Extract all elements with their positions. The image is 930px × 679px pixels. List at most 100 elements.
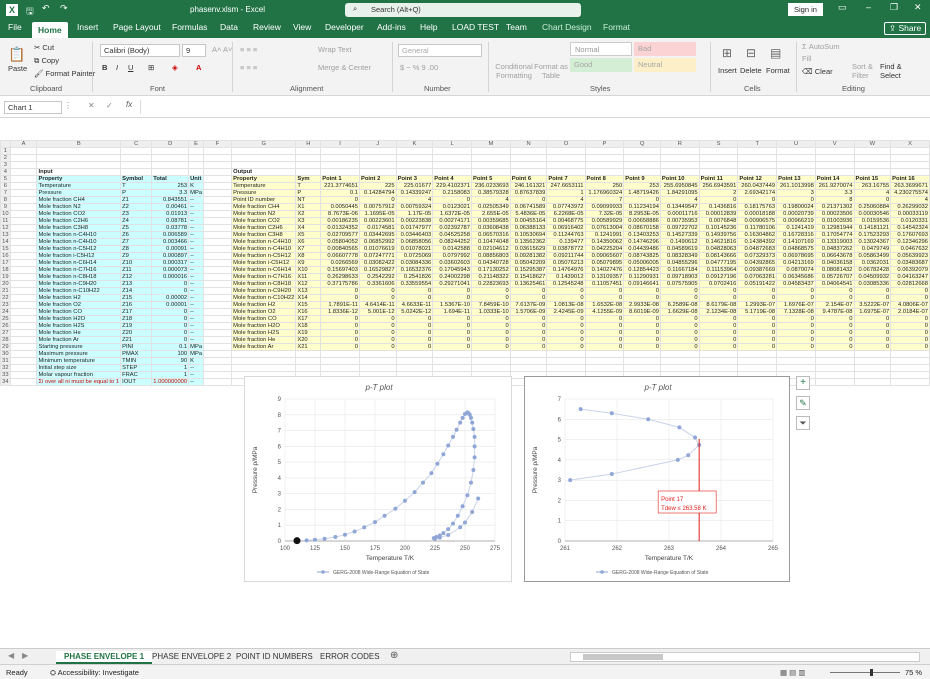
cell[interactable] <box>776 357 816 365</box>
cell[interactable]: 0 <box>509 315 548 323</box>
cell[interactable]: 0 <box>395 336 434 344</box>
cell[interactable] <box>9 322 38 330</box>
cell[interactable]: 0.38579328 <box>471 189 511 197</box>
font-size-select[interactable]: 9 <box>182 44 206 57</box>
tab-format[interactable]: Format <box>603 22 630 32</box>
cell[interactable]: 0.00840565 <box>320 245 360 253</box>
cell[interactable]: 0.06607778 <box>320 252 360 260</box>
cell[interactable] <box>9 266 38 274</box>
cell[interactable]: Point 14 <box>814 175 855 183</box>
cell[interactable]: 6.2268E-05 <box>546 210 586 218</box>
cell[interactable]: Mole fraction n-C4H10 <box>231 238 297 246</box>
cell[interactable] <box>776 350 816 358</box>
cell[interactable]: 0.0266569 <box>320 259 360 267</box>
cell[interactable]: 0.00906575 <box>737 217 778 225</box>
cell[interactable]: Mole fraction C2H6 <box>36 217 122 225</box>
cell[interactable]: 0 <box>737 343 778 351</box>
row-header[interactable]: 20 <box>0 280 11 288</box>
cell[interactable]: Symbol <box>120 175 153 183</box>
cell[interactable] <box>203 252 233 260</box>
cell[interactable]: 0.17045943 <box>432 266 472 274</box>
cell[interactable]: Z17 <box>120 308 153 316</box>
cell[interactable]: -- <box>188 315 205 323</box>
cell[interactable]: 0.11244763 <box>546 231 586 239</box>
cell[interactable]: 8.2953E-05 <box>623 210 661 218</box>
underline-button[interactable]: U <box>128 63 133 72</box>
cell[interactable]: 0 <box>546 336 586 344</box>
row-header[interactable]: 24 <box>0 308 11 316</box>
cell[interactable]: Point 6 <box>509 175 548 183</box>
cell[interactable]: 1.5367E-10 <box>432 301 472 309</box>
cell[interactable] <box>853 378 892 386</box>
cell[interactable]: 0.26299032 <box>890 203 930 211</box>
row-header[interactable]: 5 <box>0 175 11 183</box>
cell[interactable] <box>890 357 930 365</box>
cell[interactable]: 0.11153964 <box>698 266 739 274</box>
cell[interactable]: 0.14542324 <box>890 224 930 232</box>
cell[interactable]: 1.2993E-07 <box>737 301 778 309</box>
cell[interactable]: 260.0437449 <box>737 182 778 190</box>
cell[interactable] <box>432 350 472 358</box>
column-header[interactable]: C <box>120 140 153 148</box>
cell[interactable]: 0.06345686 <box>776 273 816 281</box>
column-header[interactable]: G <box>231 140 297 148</box>
tab-addins[interactable]: Add-ins <box>377 22 406 32</box>
cell[interactable] <box>358 350 397 358</box>
column-header[interactable]: R <box>659 140 700 148</box>
tab-view[interactable]: View <box>293 22 311 32</box>
cell[interactable]: 0.09146641 <box>623 280 661 288</box>
cell[interactable]: 0.24002298 <box>432 273 472 281</box>
cell[interactable]: 0 <box>471 329 511 337</box>
grow-font-icon[interactable]: A˄ A˅ <box>212 45 232 54</box>
cell[interactable]: Mole fraction Ar <box>231 343 297 351</box>
cell[interactable] <box>853 168 892 176</box>
cell[interactable]: 0.04340728 <box>471 259 511 267</box>
cell[interactable]: 0.09718903 <box>659 273 700 281</box>
cell[interactable]: 263.16755 <box>853 182 892 190</box>
cell[interactable]: 0 <box>358 287 397 295</box>
cell[interactable]: 0 <box>320 329 360 337</box>
tab-chart-design[interactable]: Chart Design <box>542 22 592 32</box>
cell[interactable]: 0.08856803 <box>471 252 511 260</box>
row-header[interactable]: 3 <box>0 161 11 169</box>
insert-cells-button[interactable]: Insert <box>718 66 737 75</box>
cell[interactable]: 0.09722702 <box>659 224 700 232</box>
cell[interactable] <box>471 168 511 176</box>
cell[interactable] <box>776 147 816 155</box>
horizontal-scrollbar[interactable] <box>570 652 920 662</box>
cell[interactable]: 261.9270074 <box>814 182 855 190</box>
cell[interactable]: 0.0467632 <box>890 245 930 253</box>
cell[interactable]: 0.03615629 <box>509 245 548 253</box>
cell[interactable]: 0 <box>814 336 855 344</box>
row-header[interactable]: 11 <box>0 217 11 225</box>
cell[interactable]: 0 <box>395 322 434 330</box>
cell[interactable] <box>853 357 892 365</box>
cell[interactable] <box>509 168 548 176</box>
cell[interactable]: PMAX <box>120 350 153 358</box>
column-header[interactable]: T <box>737 140 778 148</box>
cell[interactable]: 0.07575905 <box>659 280 700 288</box>
cell[interactable] <box>9 231 38 239</box>
cell[interactable]: 0.00023506 <box>814 210 855 218</box>
cell[interactable] <box>203 336 233 344</box>
cell[interactable]: 0.14764976 <box>546 266 586 274</box>
cell[interactable]: 4 <box>546 196 586 204</box>
cell[interactable]: 0.00020739 <box>776 210 816 218</box>
cell[interactable]: 0.09099933 <box>584 203 625 211</box>
cell[interactable]: 0.05042209 <box>509 259 548 267</box>
format-painter-button[interactable]: 🖌 Format Painter <box>34 69 95 78</box>
cell[interactable] <box>9 147 38 155</box>
cell[interactable] <box>659 357 700 365</box>
cell[interactable] <box>659 154 700 162</box>
cell[interactable] <box>203 364 233 372</box>
cell[interactable]: 0.06643678 <box>814 252 855 260</box>
cell[interactable]: 0 <box>623 287 661 295</box>
cell[interactable]: Sym <box>295 175 322 183</box>
cell[interactable]: 0.16532376 <box>395 266 434 274</box>
cell[interactable] <box>584 161 625 169</box>
row-header[interactable]: 19 <box>0 273 11 281</box>
cell[interactable]: 0 <box>737 294 778 302</box>
cell[interactable]: 0 <box>623 196 661 204</box>
cell[interactable] <box>203 322 233 330</box>
cell[interactable]: 4.6633E-11 <box>395 301 434 309</box>
